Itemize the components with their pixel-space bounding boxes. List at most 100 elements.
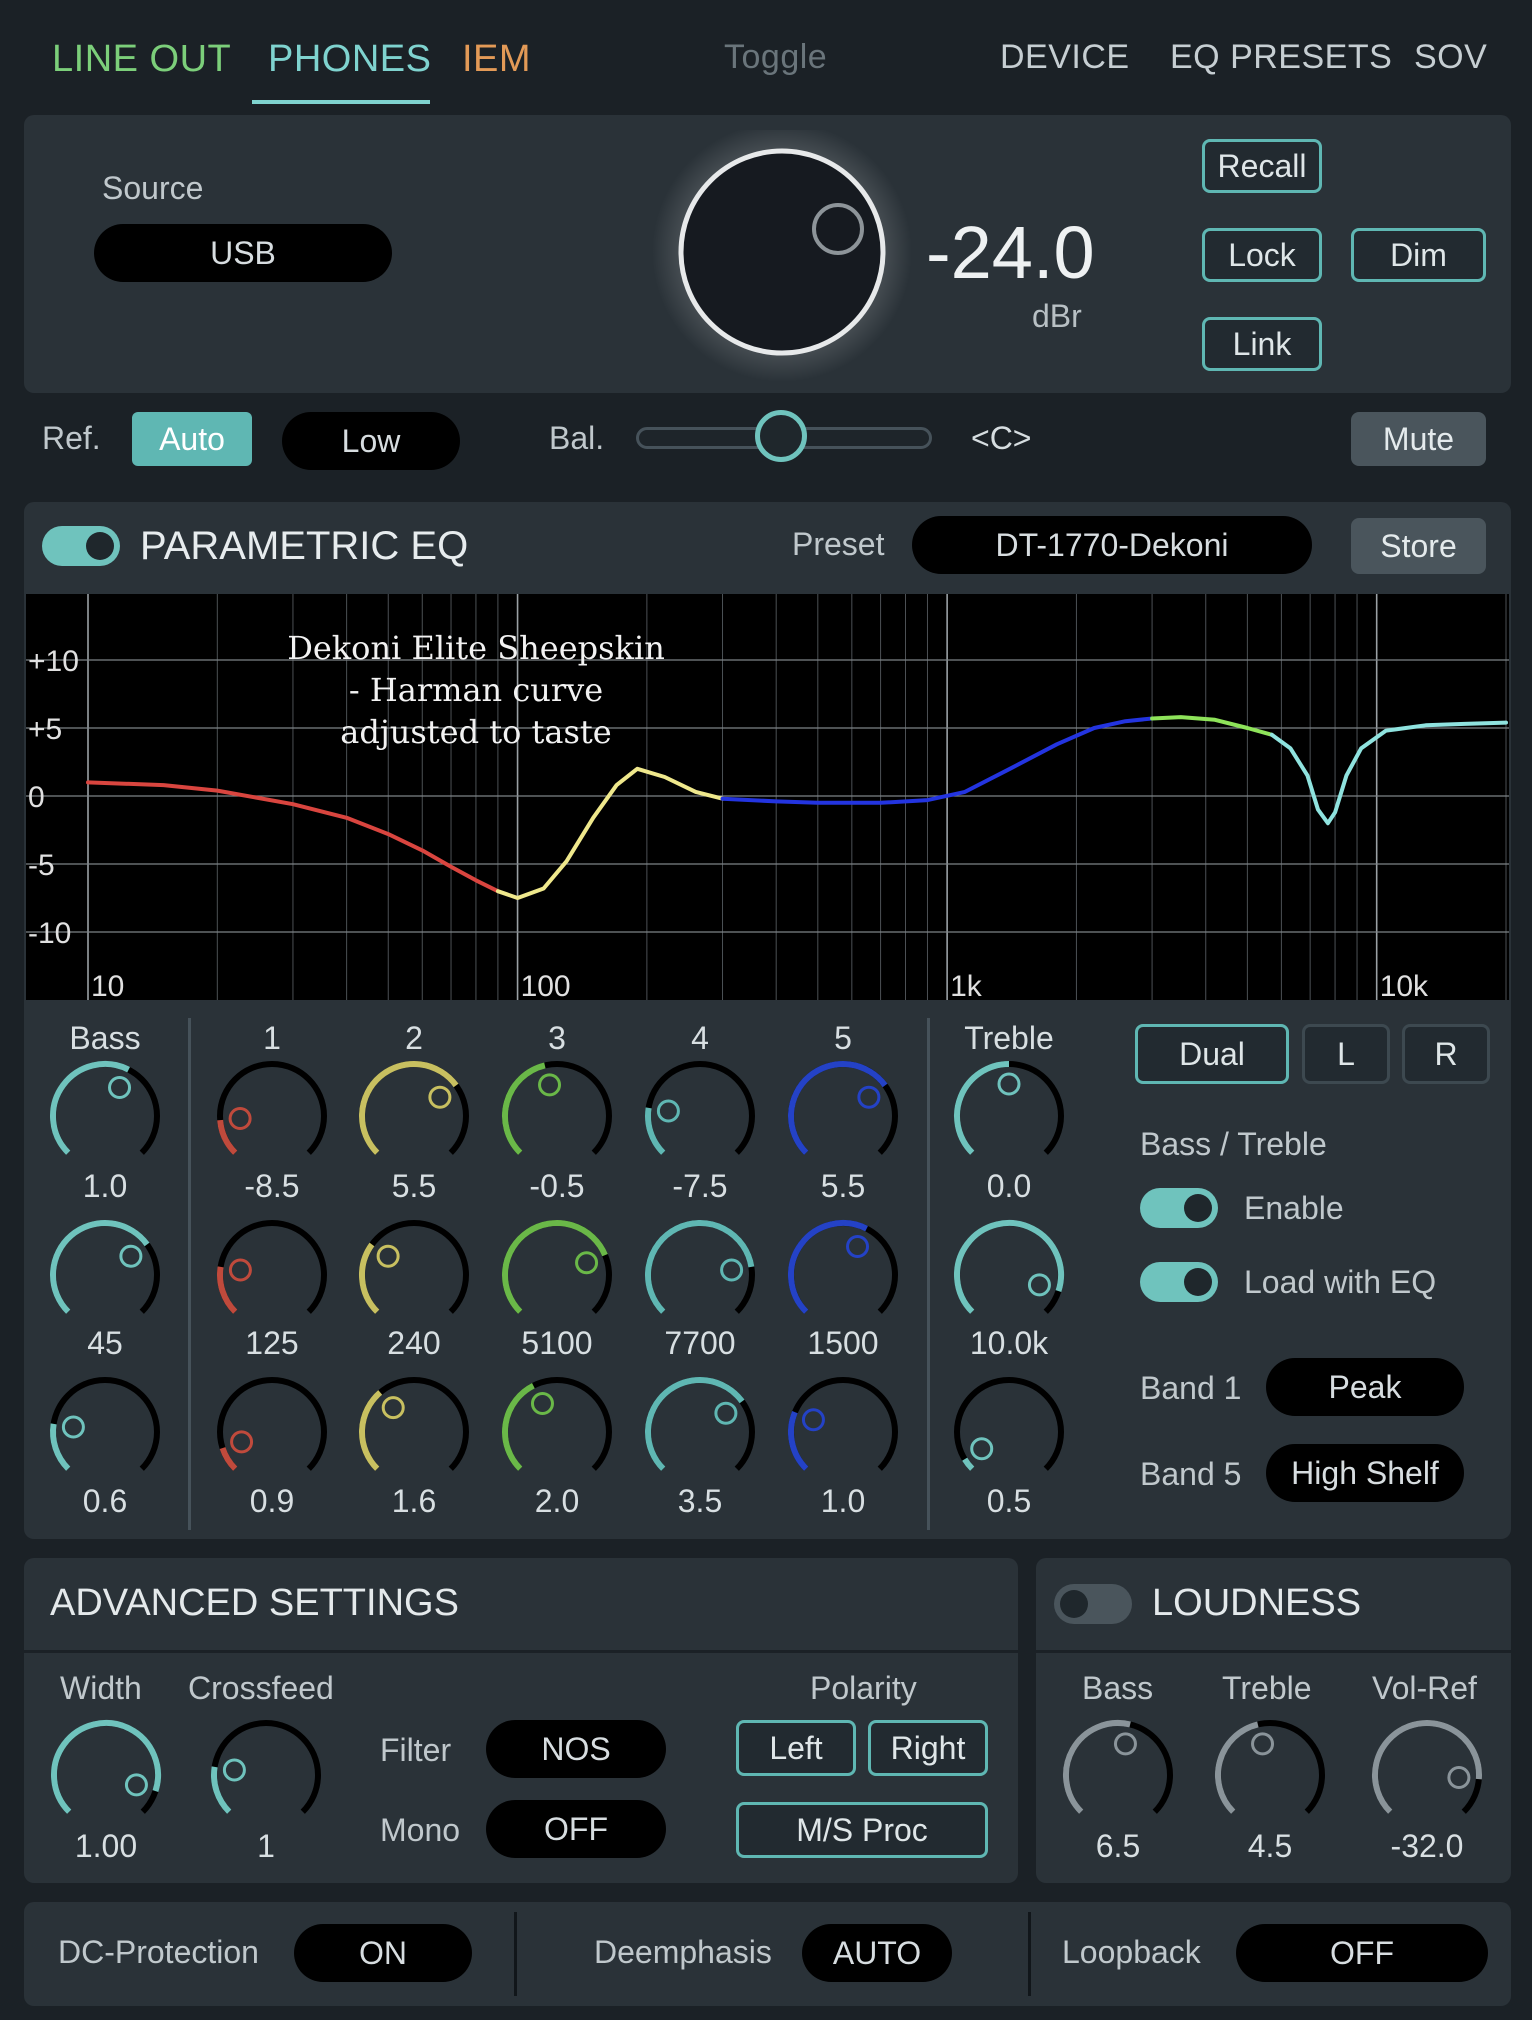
knob-value-arc (645, 1220, 755, 1314)
eq-graph[interactable]: +10 +5 0 -5 -10 10 100 1k 10k (26, 594, 1509, 1000)
knob-value-arc (1215, 1721, 1259, 1814)
polarity-left-button[interactable]: Left (736, 1720, 856, 1776)
bass-treble-enable-toggle[interactable] (1140, 1188, 1218, 1228)
treble-freq-value: 10.0k (969, 1325, 1049, 1361)
treble-q-knob[interactable] (947, 1370, 1071, 1494)
band2-gain-knob[interactable] (352, 1054, 476, 1178)
band3-q-value: 2.0 (534, 1483, 580, 1519)
ms-proc-button[interactable]: M/S Proc (736, 1802, 988, 1858)
preset-select[interactable]: DT-1770-Dekoni (912, 516, 1312, 574)
crossfeed-knob[interactable] (204, 1713, 328, 1837)
loudness-toggle[interactable] (1054, 1584, 1132, 1624)
mono-label: Mono (380, 1812, 461, 1848)
link-button[interactable]: Link (1202, 317, 1322, 371)
treble-q-value: 0.5 (986, 1483, 1032, 1519)
band4-q-knob[interactable] (638, 1370, 762, 1494)
volume-knob[interactable] (650, 130, 915, 395)
band4-gain-knob[interactable] (638, 1054, 762, 1178)
band3-q-knob[interactable] (495, 1370, 619, 1494)
polarity-right-button[interactable]: Right (868, 1720, 988, 1776)
tab-line-out[interactable]: LINE OUT (52, 38, 231, 81)
band5-gain-value: 5.5 (820, 1168, 866, 1204)
band1-q-knob[interactable] (210, 1370, 334, 1494)
band5-q-knob[interactable] (781, 1370, 905, 1494)
load-with-eq-knob (1184, 1268, 1212, 1296)
deemphasis-select[interactable]: AUTO (802, 1924, 952, 1982)
toggle-button[interactable]: Toggle (724, 38, 827, 77)
mono-select[interactable]: OFF (486, 1800, 666, 1858)
loudness-treble-knob[interactable] (1208, 1713, 1332, 1837)
filter-select[interactable]: NOS (486, 1720, 666, 1778)
menu-eq-presets[interactable]: EQ PRESETS (1170, 38, 1392, 77)
knob-indicator (970, 1437, 994, 1461)
band2-q-knob[interactable] (352, 1370, 476, 1494)
bass-gain-value: 1.0 (82, 1168, 128, 1204)
loopback-select[interactable]: OFF (1236, 1924, 1488, 1982)
band4-freq-knob[interactable] (638, 1213, 762, 1337)
tab-iem[interactable]: IEM (462, 38, 531, 81)
band3-gain-knob[interactable] (495, 1054, 619, 1178)
band1-freq-knob[interactable] (210, 1213, 334, 1337)
filter-label: Filter (380, 1732, 452, 1768)
dual-button[interactable]: Dual (1135, 1024, 1289, 1084)
band5-type-select[interactable]: High Shelf (1266, 1444, 1464, 1502)
eq-enable-toggle[interactable] (42, 526, 120, 566)
bass-q-value: 0.6 (82, 1483, 128, 1519)
y-tick-label: -10 (28, 917, 71, 950)
ref-auto-button[interactable]: Auto (132, 412, 252, 466)
treble-gain-knob[interactable] (947, 1054, 1071, 1178)
menu-sov[interactable]: SOV (1414, 38, 1487, 77)
mute-button[interactable]: Mute (1351, 412, 1486, 466)
bass-freq-knob[interactable] (43, 1213, 167, 1337)
footer-divider-1 (514, 1912, 517, 1996)
left-channel-button[interactable]: L (1302, 1024, 1390, 1084)
band1-freq-value: 125 (245, 1325, 299, 1361)
bass-column-divider (188, 1018, 191, 1530)
band1-type-select[interactable]: Peak (1266, 1358, 1464, 1416)
band3-freq-knob[interactable] (495, 1213, 619, 1337)
recall-button[interactable]: Recall (1202, 139, 1322, 193)
x-tick-label: 10k (1380, 970, 1429, 1000)
menu-device[interactable]: DEVICE (1000, 38, 1130, 77)
treble-freq-knob[interactable] (947, 1213, 1071, 1337)
y-tick-label: +10 (28, 645, 79, 678)
knob-indicator (846, 1234, 870, 1258)
right-channel-button[interactable]: R (1402, 1024, 1490, 1084)
band5-freq-knob[interactable] (781, 1213, 905, 1337)
source-select[interactable]: USB (94, 224, 392, 282)
dc-protection-select[interactable]: ON (294, 1924, 472, 1982)
band1-gain-value: -8.5 (244, 1168, 300, 1204)
bass-gain-knob[interactable] (43, 1054, 167, 1178)
band1-gain-knob[interactable] (210, 1054, 334, 1178)
knob-value-arc (50, 1423, 71, 1471)
band4-q-value: 3.5 (677, 1483, 723, 1519)
knob-value-arc (359, 1242, 380, 1314)
loudness-bass-knob[interactable] (1056, 1713, 1180, 1837)
tab-phones[interactable]: PHONES (268, 38, 431, 81)
width-knob[interactable] (44, 1713, 168, 1837)
knob-indicator (1113, 1732, 1137, 1756)
ref-low-button[interactable]: Low (282, 412, 460, 470)
balance-slider-thumb[interactable] (755, 410, 807, 462)
band3-header: 3 (548, 1020, 566, 1056)
knob-indicator (857, 1085, 881, 1109)
band2-freq-knob[interactable] (352, 1213, 476, 1337)
band2-freq-value: 240 (387, 1325, 441, 1361)
dc-protection-label: DC-Protection (58, 1934, 259, 1970)
y-tick-label: 0 (28, 781, 45, 814)
knob-value-arc (502, 1382, 535, 1471)
knob-indicator (530, 1391, 554, 1415)
knob-indicator (228, 1107, 252, 1131)
band1-label: Band 1 (1140, 1370, 1242, 1406)
band5-gain-knob[interactable] (781, 1054, 905, 1178)
eq-title: PARAMETRIC EQ (140, 524, 469, 568)
polarity-label: Polarity (810, 1670, 917, 1706)
loudness-volref-knob[interactable] (1365, 1713, 1489, 1837)
band5-label: Band 5 (1140, 1456, 1242, 1492)
load-with-eq-toggle[interactable] (1140, 1262, 1218, 1302)
lock-button[interactable]: Lock (1202, 228, 1322, 282)
knob-value-arc (51, 1720, 161, 1814)
dim-button[interactable]: Dim (1351, 228, 1486, 282)
store-button[interactable]: Store (1351, 518, 1486, 574)
bass-q-knob[interactable] (43, 1370, 167, 1494)
